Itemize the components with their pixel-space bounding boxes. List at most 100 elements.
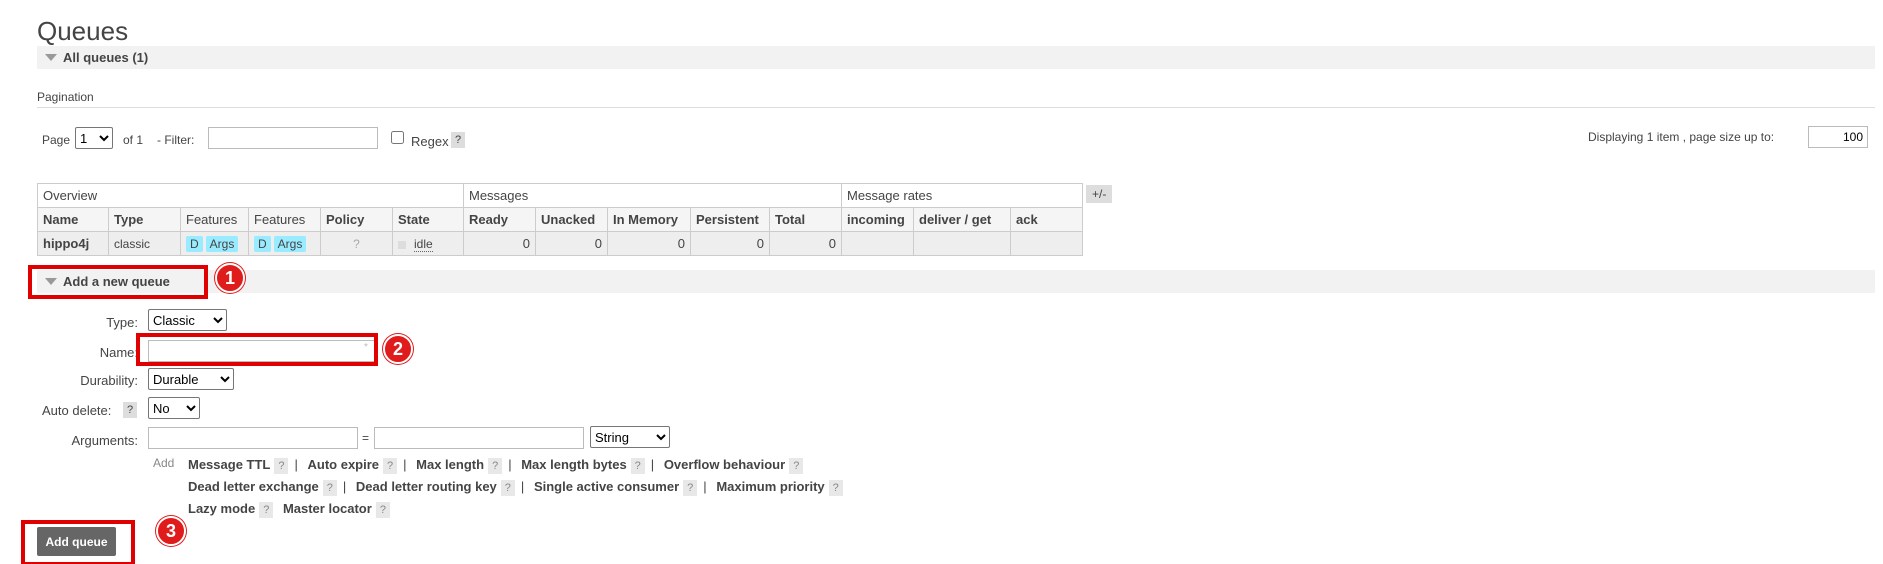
durability-label: Durability: xyxy=(80,373,138,388)
argument-type-select[interactable]: String xyxy=(590,426,670,448)
arg-master-locator-link[interactable]: Master locator xyxy=(283,501,372,516)
type-select[interactable]: Classic xyxy=(148,309,227,331)
displaying-text: Displaying 1 item , page size up to: xyxy=(1588,130,1775,144)
arg-lazy-mode-link[interactable]: Lazy mode xyxy=(188,501,255,516)
arg-auto-expire-link[interactable]: Auto expire xyxy=(308,457,380,472)
arg-dead-letter-exchange-link[interactable]: Dead letter exchange xyxy=(188,479,319,494)
highlight-box-name-input xyxy=(136,333,378,366)
col-name[interactable]: Name xyxy=(37,207,109,232)
ready-count: 0 xyxy=(463,231,536,256)
auto-delete-label: Auto delete: xyxy=(42,403,112,418)
argument-shortcuts-line-1: Message TTL? | Auto expire? | Max length? |… xyxy=(188,457,804,474)
unacked-count: 0 xyxy=(535,231,608,256)
argument-shortcuts-line-2: Dead letter exchange? | Dead letter routi… xyxy=(188,479,843,496)
col-features: Features xyxy=(180,207,249,232)
page-of-label: of 1 xyxy=(123,133,144,147)
col-type[interactable]: Type xyxy=(108,207,181,232)
help-icon[interactable]: ? xyxy=(375,502,390,518)
highlight-box-add-queue-section xyxy=(28,265,208,299)
col-persistent[interactable]: Persistent xyxy=(690,207,770,232)
collapse-triangle-icon xyxy=(45,54,57,61)
deliver-get-rate xyxy=(913,231,1011,256)
group-message-rates: Message rates xyxy=(841,183,1083,208)
help-icon[interactable]: ? xyxy=(274,458,289,474)
separator: | xyxy=(294,457,298,472)
col-incoming[interactable]: incoming xyxy=(841,207,914,232)
argument-shortcuts-line-3: Lazy mode? Master locator? xyxy=(188,501,390,518)
col-deliver-get[interactable]: deliver / get xyxy=(913,207,1011,232)
group-messages: Messages xyxy=(463,183,842,208)
annotation-badge-3: 3 xyxy=(156,516,186,546)
args-tag[interactable]: Args xyxy=(273,235,307,252)
state-indicator-icon xyxy=(398,240,406,249)
col-total[interactable]: Total xyxy=(769,207,842,232)
auto-delete-select[interactable]: No xyxy=(148,397,200,419)
arguments-equals: = xyxy=(362,431,370,445)
queue-policy: ? xyxy=(320,231,393,256)
add-argument-label: Add xyxy=(153,456,175,470)
type-label: Type: xyxy=(106,315,138,330)
arg-dead-letter-routing-key-link[interactable]: Dead letter routing key xyxy=(356,479,497,494)
help-icon[interactable]: ? xyxy=(683,480,698,496)
annotation-badge-1: 1 xyxy=(215,263,245,293)
args-tag[interactable]: Args xyxy=(205,235,239,252)
regex-label: Regex xyxy=(411,134,449,149)
help-icon[interactable]: ? xyxy=(488,458,503,474)
total-count: 0 xyxy=(769,231,842,256)
col-state[interactable]: State xyxy=(392,207,464,232)
auto-delete-help-icon[interactable]: ? xyxy=(123,402,138,418)
col-in-memory[interactable]: In Memory xyxy=(607,207,691,232)
separator: | xyxy=(520,479,525,494)
queues-table: Overview Messages Message rates Name Typ… xyxy=(37,183,1083,256)
argument-key-input[interactable] xyxy=(148,427,358,449)
col-features: Features xyxy=(248,207,321,232)
regex-checkbox[interactable] xyxy=(391,131,404,144)
durable-tag: D xyxy=(254,235,271,252)
col-unacked[interactable]: Unacked xyxy=(535,207,608,232)
help-icon[interactable]: ? xyxy=(630,458,645,474)
arg-maximum-priority-link[interactable]: Maximum priority xyxy=(716,479,824,494)
help-icon[interactable]: ? xyxy=(322,480,337,496)
regex-help-icon[interactable]: ? xyxy=(451,132,466,148)
durability-select[interactable]: Durable xyxy=(148,368,234,390)
help-icon[interactable]: ? xyxy=(500,480,515,496)
columns-toggle-button[interactable]: +/- xyxy=(1086,185,1113,203)
arg-max-length-bytes-link[interactable]: Max length bytes xyxy=(521,457,626,472)
page-select[interactable]: 1 xyxy=(75,127,113,149)
pagination-heading: Pagination xyxy=(37,90,94,104)
persistent-count: 0 xyxy=(690,231,770,256)
queue-type: classic xyxy=(108,231,181,256)
add-queue-section-toggle[interactable]: Add a new queue xyxy=(37,270,1875,293)
col-ack[interactable]: ack xyxy=(1010,207,1083,232)
separator: | xyxy=(508,457,512,472)
page-title: Queues xyxy=(37,16,129,46)
state-label: idle xyxy=(414,237,433,252)
highlight-box-add-queue-button xyxy=(21,520,135,564)
in-memory-count: 0 xyxy=(607,231,691,256)
help-icon[interactable]: ? xyxy=(828,480,843,496)
argument-value-input[interactable] xyxy=(374,427,584,449)
all-queues-label: All queues (1) xyxy=(63,50,149,65)
help-icon[interactable]: ? xyxy=(259,502,274,518)
filter-label: - Filter: xyxy=(157,133,195,147)
help-icon[interactable]: ? xyxy=(789,458,804,474)
arg-message-ttl-link[interactable]: Message TTL xyxy=(188,457,270,472)
page-size-input[interactable] xyxy=(1808,126,1868,148)
help-icon[interactable]: ? xyxy=(383,458,398,474)
arg-single-active-consumer-link[interactable]: Single active consumer xyxy=(534,479,679,494)
queue-state: idle xyxy=(392,231,464,256)
arg-overflow-behaviour-link[interactable]: Overflow behaviour xyxy=(664,457,785,472)
queue-name-link[interactable]: hippo4j xyxy=(37,231,109,256)
filter-input[interactable] xyxy=(208,127,378,149)
separator: | xyxy=(650,457,655,472)
arg-max-length-link[interactable]: Max length xyxy=(416,457,484,472)
separator: | xyxy=(403,457,407,472)
col-policy[interactable]: Policy xyxy=(320,207,393,232)
col-ready[interactable]: Ready xyxy=(463,207,536,232)
incoming-rate xyxy=(841,231,914,256)
queue-features: D Args xyxy=(248,231,321,256)
all-queues-section-toggle[interactable]: All queues (1) xyxy=(37,46,1875,69)
name-label: Name: xyxy=(99,345,138,360)
ack-rate xyxy=(1010,231,1083,256)
table-row[interactable]: hippo4j classic D Args D Args ? idle 0 0 0… xyxy=(37,231,1083,256)
